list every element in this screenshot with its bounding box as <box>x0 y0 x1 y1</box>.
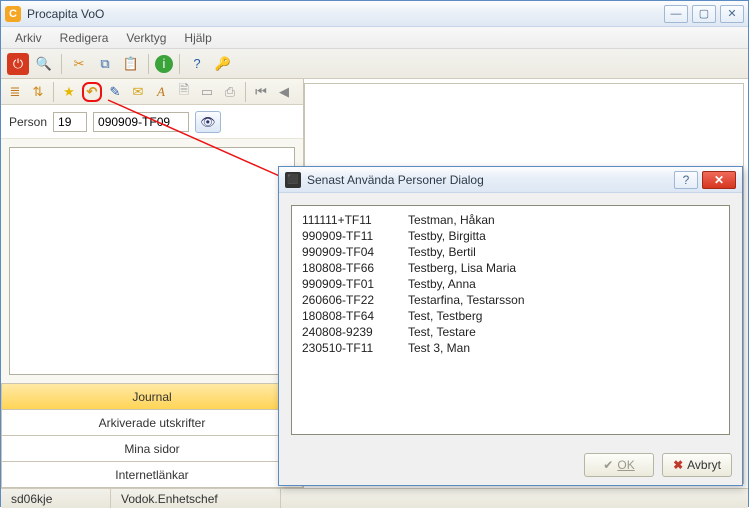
person-label: Person <box>9 115 47 129</box>
list-item[interactable]: 990909-TF11Testby, Birgitta <box>302 228 719 244</box>
list-item[interactable]: 260606-TF22Testarfina, Testarsson <box>302 292 719 308</box>
list-item[interactable]: 990909-TF01Testby, Anna <box>302 276 719 292</box>
font-icon[interactable]: A <box>151 82 171 102</box>
person-name: Testarfina, Testarsson <box>408 292 719 308</box>
menu-redigera[interactable]: Redigera <box>52 29 117 47</box>
person-code-input[interactable] <box>53 112 87 132</box>
book-icon[interactable]: ▭ <box>197 82 217 102</box>
list-item[interactable]: 111111+TF11Testman, Håkan <box>302 212 719 228</box>
person-ssn-input[interactable] <box>93 112 189 132</box>
separator <box>245 82 246 102</box>
power-icon[interactable]: ⏻ <box>7 53 29 75</box>
first-icon[interactable]: ⏮ <box>251 82 271 102</box>
ok-button[interactable]: ✔ OK <box>584 453 654 477</box>
cancel-button[interactable]: ✖ Avbryt <box>662 453 732 477</box>
menu-verktyg[interactable]: Verktyg <box>118 29 174 47</box>
undo-icon[interactable]: ↶ <box>82 82 102 102</box>
x-icon: ✖ <box>673 458 683 472</box>
copy-icon[interactable]: ⧉ <box>94 53 116 75</box>
sort-icon[interactable]: ⇅ <box>28 82 48 102</box>
left-pane: ≣ ⇅ ★ ↶ ✎ ✉ A 🗎 ▭ ⎙ ⏮ ◀ Person 👁 <box>1 79 304 488</box>
recent-persons-dialog: ⬛ Senast Använda Personer Dialog ? ✕ 111… <box>278 166 743 486</box>
list-item[interactable]: 230510-TF11Test 3, Man <box>302 340 719 356</box>
person-list-area[interactable] <box>9 147 295 375</box>
person-name: Testman, Håkan <box>408 212 719 228</box>
dialog-close-button[interactable]: ✕ <box>702 171 736 189</box>
help-icon[interactable]: ? <box>186 53 208 75</box>
person-id: 990909-TF04 <box>302 244 408 260</box>
ok-label: OK <box>617 458 634 472</box>
titlebar: C Procapita VoO — ▢ ✕ <box>1 1 748 27</box>
cut-icon[interactable]: ✂ <box>68 53 90 75</box>
key-icon[interactable]: 🔑 <box>212 53 234 75</box>
dialog-help-button[interactable]: ? <box>674 171 698 189</box>
person-id: 111111+TF11 <box>302 212 408 228</box>
maximize-button[interactable]: ▢ <box>692 5 716 23</box>
dialog-button-row: ✔ OK ✖ Avbryt <box>584 453 732 477</box>
cancel-label: Avbryt <box>687 458 721 472</box>
recent-persons-list[interactable]: 111111+TF11Testman, Håkan990909-TF11Test… <box>291 205 730 435</box>
person-name: Testby, Anna <box>408 276 719 292</box>
print-icon[interactable]: ⎙ <box>220 82 240 102</box>
menubar: Arkiv Redigera Verktyg Hjälp <box>1 27 748 49</box>
sub-toolbar: ≣ ⇅ ★ ↶ ✎ ✉ A 🗎 ▭ ⎙ ⏮ ◀ <box>1 79 303 105</box>
dialog-body: 111111+TF11Testman, Håkan990909-TF11Test… <box>279 193 742 447</box>
separator <box>179 54 180 74</box>
tab-journal[interactable]: Journal <box>1 384 303 410</box>
menu-hjalp[interactable]: Hjälp <box>176 29 219 47</box>
list-icon[interactable]: ≣ <box>5 82 25 102</box>
dialog-icon: ⬛ <box>285 172 301 188</box>
person-name: Testby, Birgitta <box>408 228 719 244</box>
person-name: Test, Testare <box>408 324 719 340</box>
person-id: 180808-TF66 <box>302 260 408 276</box>
list-item[interactable]: 240808-9239Test, Testare <box>302 324 719 340</box>
separator <box>61 54 62 74</box>
tab-stack: Journal Arkiverade utskrifter Mina sidor… <box>1 383 303 488</box>
person-name: Testby, Bertil <box>408 244 719 260</box>
person-row: Person 👁 <box>1 105 303 139</box>
person-id: 230510-TF11 <box>302 340 408 356</box>
tab-arkiverade[interactable]: Arkiverade utskrifter <box>1 410 303 436</box>
dialog-titlebar: ⬛ Senast Använda Personer Dialog ? ✕ <box>279 167 742 193</box>
dialog-title: Senast Använda Personer Dialog <box>307 173 674 187</box>
person-id: 180808-TF64 <box>302 308 408 324</box>
status-user: sd06kje <box>1 489 111 508</box>
paste-icon[interactable]: 📋 <box>120 53 142 75</box>
status-role: Vodok.Enhetschef <box>111 489 281 508</box>
person-id: 260606-TF22 <box>302 292 408 308</box>
list-item[interactable]: 990909-TF04Testby, Bertil <box>302 244 719 260</box>
statusbar: sd06kje Vodok.Enhetschef <box>1 488 748 508</box>
menu-arkiv[interactable]: Arkiv <box>7 29 50 47</box>
status-empty <box>281 489 748 508</box>
list-item[interactable]: 180808-TF66Testberg, Lisa Maria <box>302 260 719 276</box>
app-icon: C <box>5 6 21 22</box>
person-name: Testberg, Lisa Maria <box>408 260 719 276</box>
mail-icon[interactable]: ✉ <box>128 82 148 102</box>
close-button[interactable]: ✕ <box>720 5 744 23</box>
minimize-button[interactable]: — <box>664 5 688 23</box>
tab-minasidor[interactable]: Mina sidor <box>1 436 303 462</box>
list-item[interactable]: 180808-TF64Test, Testberg <box>302 308 719 324</box>
view-button[interactable]: 👁 <box>195 111 221 133</box>
separator <box>53 82 54 102</box>
person-id: 240808-9239 <box>302 324 408 340</box>
main-toolbar: ⏻ 🔍 ✂ ⧉ 📋 i ? 🔑 <box>1 49 748 79</box>
star-icon[interactable]: ★ <box>59 82 79 102</box>
person-name: Test 3, Man <box>408 340 719 356</box>
doc-icon[interactable]: 🗎 <box>174 82 194 102</box>
tab-internet[interactable]: Internetlänkar <box>1 462 303 488</box>
person-id: 990909-TF11 <box>302 228 408 244</box>
person-name: Test, Testberg <box>408 308 719 324</box>
info-icon[interactable]: i <box>155 55 173 73</box>
edit-icon[interactable]: ✎ <box>105 82 125 102</box>
binoculars-icon[interactable]: 🔍 <box>33 53 55 75</box>
person-id: 990909-TF01 <box>302 276 408 292</box>
separator <box>148 54 149 74</box>
prev-icon[interactable]: ◀ <box>274 82 294 102</box>
check-icon: ✔ <box>603 458 613 472</box>
window-title: Procapita VoO <box>27 7 660 21</box>
